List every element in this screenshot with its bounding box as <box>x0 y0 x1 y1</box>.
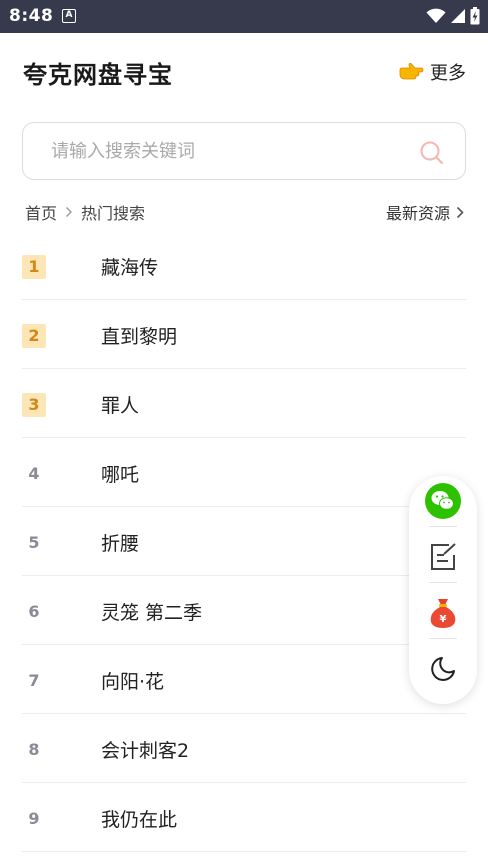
rank-badge: 1 <box>22 255 46 279</box>
wechat-icon <box>425 483 461 519</box>
list-item-title: 灵笼 第二季 <box>101 602 203 624</box>
list-item[interactable]: 8 会计刺客2 <box>22 714 466 783</box>
list-item-title: 罪人 <box>101 395 140 417</box>
divider <box>429 582 457 583</box>
signal-icon <box>451 9 465 23</box>
list-item-title: 直到黎明 <box>101 326 178 348</box>
latest-resources-link[interactable]: 最新资源 <box>386 200 464 224</box>
rank-number: 6 <box>28 602 40 621</box>
list-item[interactable]: 3 罪人 <box>22 369 466 438</box>
list-item[interactable]: 5 折腰 <box>22 507 466 576</box>
pointing-hand-icon <box>399 63 424 80</box>
rank-badge: 2 <box>22 324 46 348</box>
list-item-title: 会计刺客2 <box>101 740 190 762</box>
search-input[interactable] <box>51 123 411 179</box>
status-icons <box>426 7 480 25</box>
list-item-title: 我仍在此 <box>101 809 178 831</box>
divider <box>429 526 457 527</box>
notification-icon: A <box>62 9 76 23</box>
rank-badge: 3 <box>22 393 46 417</box>
status-bar: 8:48 A <box>0 0 488 33</box>
rank-number: 9 <box>28 809 40 828</box>
feedback-button[interactable] <box>422 536 464 578</box>
search-box <box>22 122 466 180</box>
breadcrumb: 首页 热门搜索 <box>25 200 145 224</box>
hot-search-list: 1 藏海传 2 直到黎明 3 罪人 4 哪吒 5 折腰 6 灵笼 第二季 7 向… <box>22 231 466 852</box>
list-item[interactable]: 7 向阳·花 <box>22 645 466 714</box>
list-item-title: 向阳·花 <box>101 671 165 693</box>
list-item-title: 藏海传 <box>101 257 159 279</box>
battery-icon <box>470 7 480 25</box>
chevron-right-icon <box>456 206 464 218</box>
list-item-title: 哪吒 <box>101 464 140 486</box>
money-bag-icon: ¥ <box>430 599 456 628</box>
list-item[interactable]: 1 藏海传 <box>22 231 466 300</box>
chevron-right-icon <box>66 207 73 217</box>
svg-text:¥: ¥ <box>440 614 447 625</box>
breadcrumb-home[interactable]: 首页 <box>25 200 57 224</box>
breadcrumb-current: 热门搜索 <box>81 204 146 223</box>
rank-number: 7 <box>28 671 40 690</box>
app-title: 夸克网盘寻宝 <box>23 61 173 89</box>
floating-action-panel: ¥ <box>409 476 477 704</box>
edit-note-icon <box>431 543 456 570</box>
dark-mode-button[interactable] <box>422 648 464 690</box>
header: 夸克网盘寻宝 更多 <box>0 33 488 111</box>
moon-icon <box>431 657 455 681</box>
latest-resources-label: 最新资源 <box>385 204 450 223</box>
status-time: 8:48 <box>9 6 54 26</box>
search-icon[interactable] <box>419 140 445 166</box>
more-button[interactable]: 更多 <box>398 59 466 85</box>
list-item[interactable]: 6 灵笼 第二季 <box>22 576 466 645</box>
list-item[interactable]: 4 哪吒 <box>22 438 466 507</box>
rank-number: 5 <box>28 533 40 552</box>
rank-number: 8 <box>28 740 40 759</box>
rank-number: 4 <box>28 464 40 483</box>
more-label: 更多 <box>430 63 466 84</box>
wifi-icon <box>426 8 446 23</box>
wechat-button[interactable] <box>422 480 464 522</box>
reward-button[interactable]: ¥ <box>422 592 464 634</box>
list-item[interactable]: 9 我仍在此 <box>22 783 466 852</box>
list-item[interactable]: 2 直到黎明 <box>22 300 466 369</box>
list-item-title: 折腰 <box>101 533 140 555</box>
divider <box>429 638 457 639</box>
